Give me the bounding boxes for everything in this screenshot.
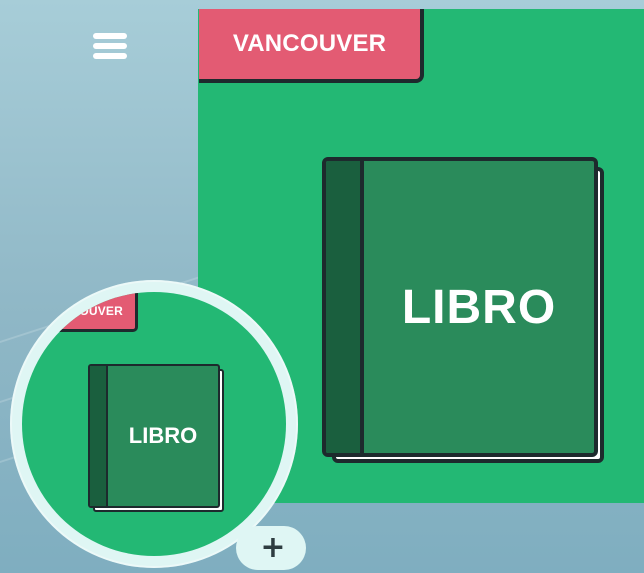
hamburger-line xyxy=(93,43,127,49)
book-illustration: LIBRO xyxy=(322,157,604,463)
book-title: LIBRO xyxy=(401,280,557,334)
preview-thumbnail[interactable]: COUVER LIBRO xyxy=(22,292,286,556)
preview-location-tag: COUVER xyxy=(22,292,138,332)
preview-location-tag-label: COUVER xyxy=(70,303,123,318)
preview-book-title: LIBRO xyxy=(128,423,198,448)
hamburger-line xyxy=(93,33,127,39)
book-spine xyxy=(326,161,364,453)
menu-button[interactable] xyxy=(82,24,138,68)
hamburger-menu-icon xyxy=(93,33,127,59)
add-button[interactable]: + xyxy=(236,526,306,570)
location-tag-label: VANCOUVER xyxy=(232,30,387,57)
preview-book-cover: LIBRO xyxy=(88,364,220,508)
location-tag: VANCOUVER xyxy=(199,9,424,83)
preview-book-illustration: LIBRO xyxy=(88,364,224,512)
hamburger-line xyxy=(93,53,127,59)
plus-icon: + xyxy=(260,530,286,565)
book-cover: LIBRO xyxy=(322,157,598,457)
preview-book-spine xyxy=(90,366,108,506)
